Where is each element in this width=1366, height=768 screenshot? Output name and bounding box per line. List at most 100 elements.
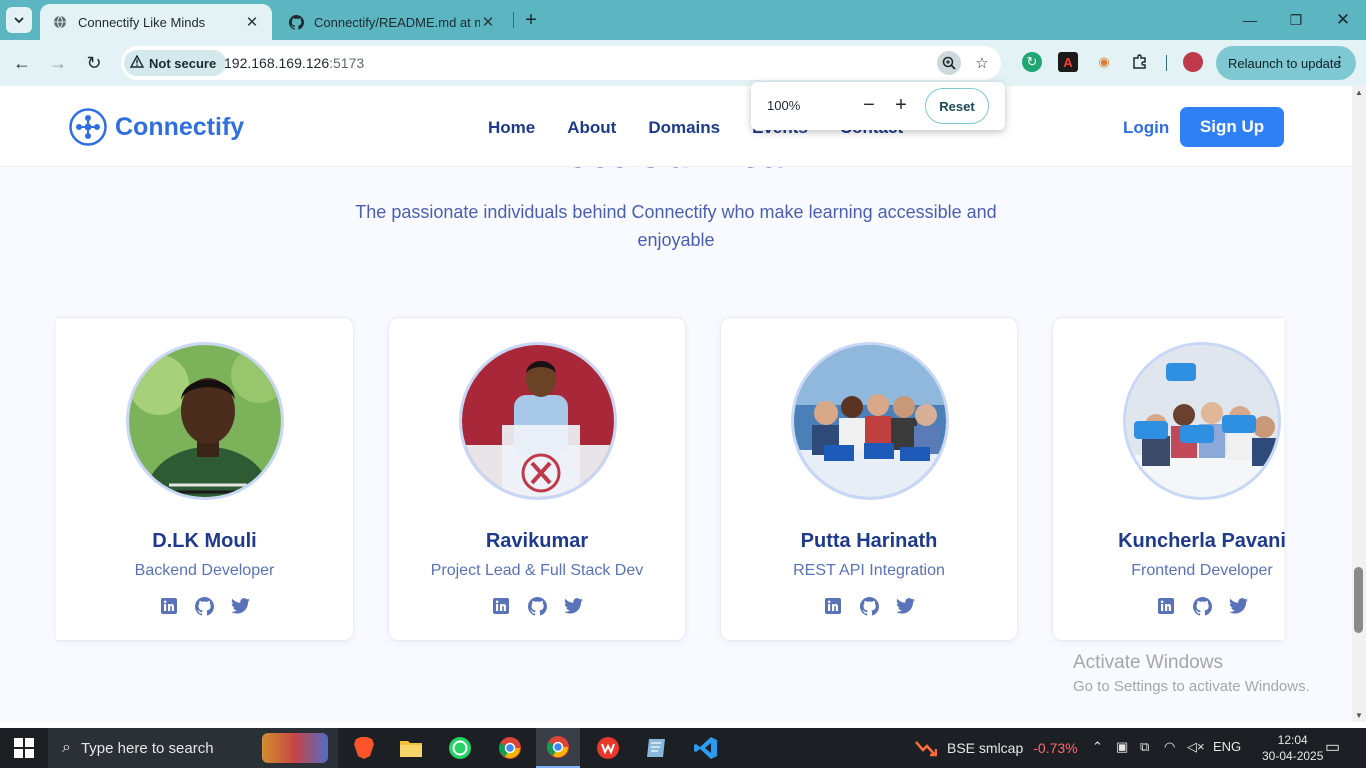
chrome-active-icon[interactable] xyxy=(536,728,580,768)
close-window-icon[interactable]: ✕ xyxy=(1320,0,1366,40)
globe-icon xyxy=(52,14,68,30)
member-role: Frontend Developer xyxy=(1131,562,1273,579)
stock-change: -0.73% xyxy=(1033,740,1078,756)
tab-readme[interactable]: Connectify/README.md at mai ✕ xyxy=(276,4,508,40)
security-chip[interactable]: Not secure xyxy=(124,50,227,76)
linkedin-icon[interactable] xyxy=(159,596,179,616)
tray-chevron-icon[interactable]: ⌃ xyxy=(1092,739,1103,755)
wps-office-icon[interactable] xyxy=(594,734,622,762)
social-links xyxy=(56,596,353,616)
site-header: Connectify Home About Domains Events Con… xyxy=(0,86,1352,167)
twitter-icon[interactable] xyxy=(1228,596,1248,616)
profile-avatar[interactable] xyxy=(1183,52,1203,72)
notifications-icon[interactable]: ▭ xyxy=(1325,737,1340,757)
avatar xyxy=(459,342,617,500)
site-logo[interactable]: Connectify xyxy=(68,107,244,147)
close-tab-icon[interactable]: ✕ xyxy=(244,13,260,31)
watermark-title: Activate Windows xyxy=(1073,652,1223,673)
brand-name: Connectify xyxy=(115,112,245,141)
relaunch-button[interactable]: Relaunch to update ⋮ xyxy=(1216,46,1356,80)
reload-icon[interactable]: ↻ xyxy=(81,50,107,76)
acrobat-extension-icon[interactable]: A xyxy=(1058,52,1078,72)
network-icon[interactable]: ⧉ xyxy=(1140,739,1149,755)
vscode-icon[interactable] xyxy=(692,734,720,762)
stock-chart-icon xyxy=(915,741,937,757)
camera-icon[interactable]: ▣ xyxy=(1116,739,1128,755)
connectify-logo-icon xyxy=(69,108,107,146)
more-menu-icon[interactable]: ⋮ xyxy=(1333,54,1346,70)
avatar xyxy=(1123,342,1281,500)
github-icon[interactable] xyxy=(1192,596,1212,616)
linkedin-icon[interactable] xyxy=(1156,596,1176,616)
zoom-in-icon[interactable]: + xyxy=(889,93,913,117)
twitter-icon[interactable] xyxy=(563,596,583,616)
nav-about[interactable]: About xyxy=(567,118,616,138)
linkedin-icon[interactable] xyxy=(823,596,843,616)
avatar xyxy=(126,342,284,500)
notes-app-icon[interactable] xyxy=(642,734,670,762)
forward-arrow-icon[interactable]: → xyxy=(45,50,71,76)
tab-title: Connectify/README.md at mai xyxy=(314,14,480,30)
github-icon[interactable] xyxy=(859,596,879,616)
twitter-icon[interactable] xyxy=(231,596,251,616)
member-name: D.LK Mouli xyxy=(152,530,257,552)
language-indicator[interactable]: ENG xyxy=(1213,739,1241,754)
zoom-reset-button[interactable]: Reset xyxy=(925,88,989,124)
zoom-level: 100% xyxy=(767,98,801,113)
volume-mute-icon[interactable]: ◁× xyxy=(1187,739,1205,755)
chevron-down-icon xyxy=(14,17,24,24)
watermark-subtitle: Go to Settings to activate Windows. xyxy=(1073,678,1310,695)
back-arrow-icon[interactable]: ← xyxy=(9,50,35,76)
taskbar-search[interactable]: ⌕ Type here to search xyxy=(48,728,338,768)
search-icon: ⌕ xyxy=(62,739,71,756)
minimize-icon[interactable]: — xyxy=(1227,0,1273,40)
zoom-out-icon[interactable]: − xyxy=(857,93,881,117)
search-placeholder: Type here to search xyxy=(80,739,214,757)
grammarly-extension-icon[interactable]: ↻ xyxy=(1022,52,1042,72)
tab-title: Connectify Like Minds xyxy=(78,14,206,30)
tab-divider xyxy=(513,12,514,28)
toolbar-divider xyxy=(1166,55,1167,71)
login-link[interactable]: Login xyxy=(1123,118,1169,138)
member-role: Backend Developer xyxy=(134,562,275,579)
scroll-up-icon[interactable]: ▲ xyxy=(1354,88,1364,97)
file-explorer-icon[interactable] xyxy=(397,734,425,762)
github-icon[interactable] xyxy=(527,596,547,616)
system-clock[interactable]: 12:04 30-04-2025 xyxy=(1262,732,1323,764)
tab-search-button[interactable] xyxy=(6,7,32,33)
restore-icon[interactable]: ❐ xyxy=(1273,0,1319,40)
url-port: :5173 xyxy=(329,55,365,71)
close-tab-icon[interactable]: ✕ xyxy=(480,13,496,31)
wifi-icon[interactable]: ◠ xyxy=(1164,739,1175,755)
nav-domains[interactable]: Domains xyxy=(648,118,720,138)
twitter-icon[interactable] xyxy=(895,596,915,616)
zoom-popup: 100% − + Reset xyxy=(751,82,1005,130)
taskbar: ⌕ Type here to search BSE smlcap -0.73% … xyxy=(0,728,1366,768)
stock-widget[interactable]: BSE smlcap -0.73% xyxy=(915,738,1078,758)
brave-browser-icon[interactable] xyxy=(350,734,378,762)
search-highlight-image xyxy=(262,733,328,763)
member-name: Ravikumar xyxy=(485,530,589,552)
member-role: REST API Integration xyxy=(793,562,945,579)
bookmark-star-icon[interactable]: ☆ xyxy=(970,51,994,75)
scroll-down-icon[interactable]: ▼ xyxy=(1354,711,1364,720)
whatsapp-icon[interactable] xyxy=(446,734,474,762)
social-links xyxy=(1053,596,1351,616)
team-card: Kuncherla Pavani Frontend Developer xyxy=(1052,317,1286,641)
extensions-puzzle-icon[interactable] xyxy=(1130,52,1150,72)
github-icon[interactable] xyxy=(195,596,215,616)
avatar xyxy=(791,342,949,500)
nav-home[interactable]: Home xyxy=(488,118,535,138)
section-subtitle: The passionate individuals behind Connec… xyxy=(355,202,997,250)
extension-shield-icon[interactable]: ◉ xyxy=(1094,52,1114,72)
github-icon xyxy=(288,14,304,30)
signup-button[interactable]: Sign Up xyxy=(1180,107,1284,147)
windows-start-icon[interactable] xyxy=(14,738,34,758)
scrollbar-thumb[interactable] xyxy=(1354,567,1363,633)
tab-connectify[interactable]: Connectify Like Minds ✕ xyxy=(40,4,272,40)
chrome-icon[interactable] xyxy=(496,734,524,762)
zoom-icon[interactable] xyxy=(937,51,961,75)
url-text[interactable]: 192.168.169.126:5173 xyxy=(224,55,364,71)
new-tab-icon[interactable]: + xyxy=(520,9,542,31)
linkedin-icon[interactable] xyxy=(491,596,511,616)
